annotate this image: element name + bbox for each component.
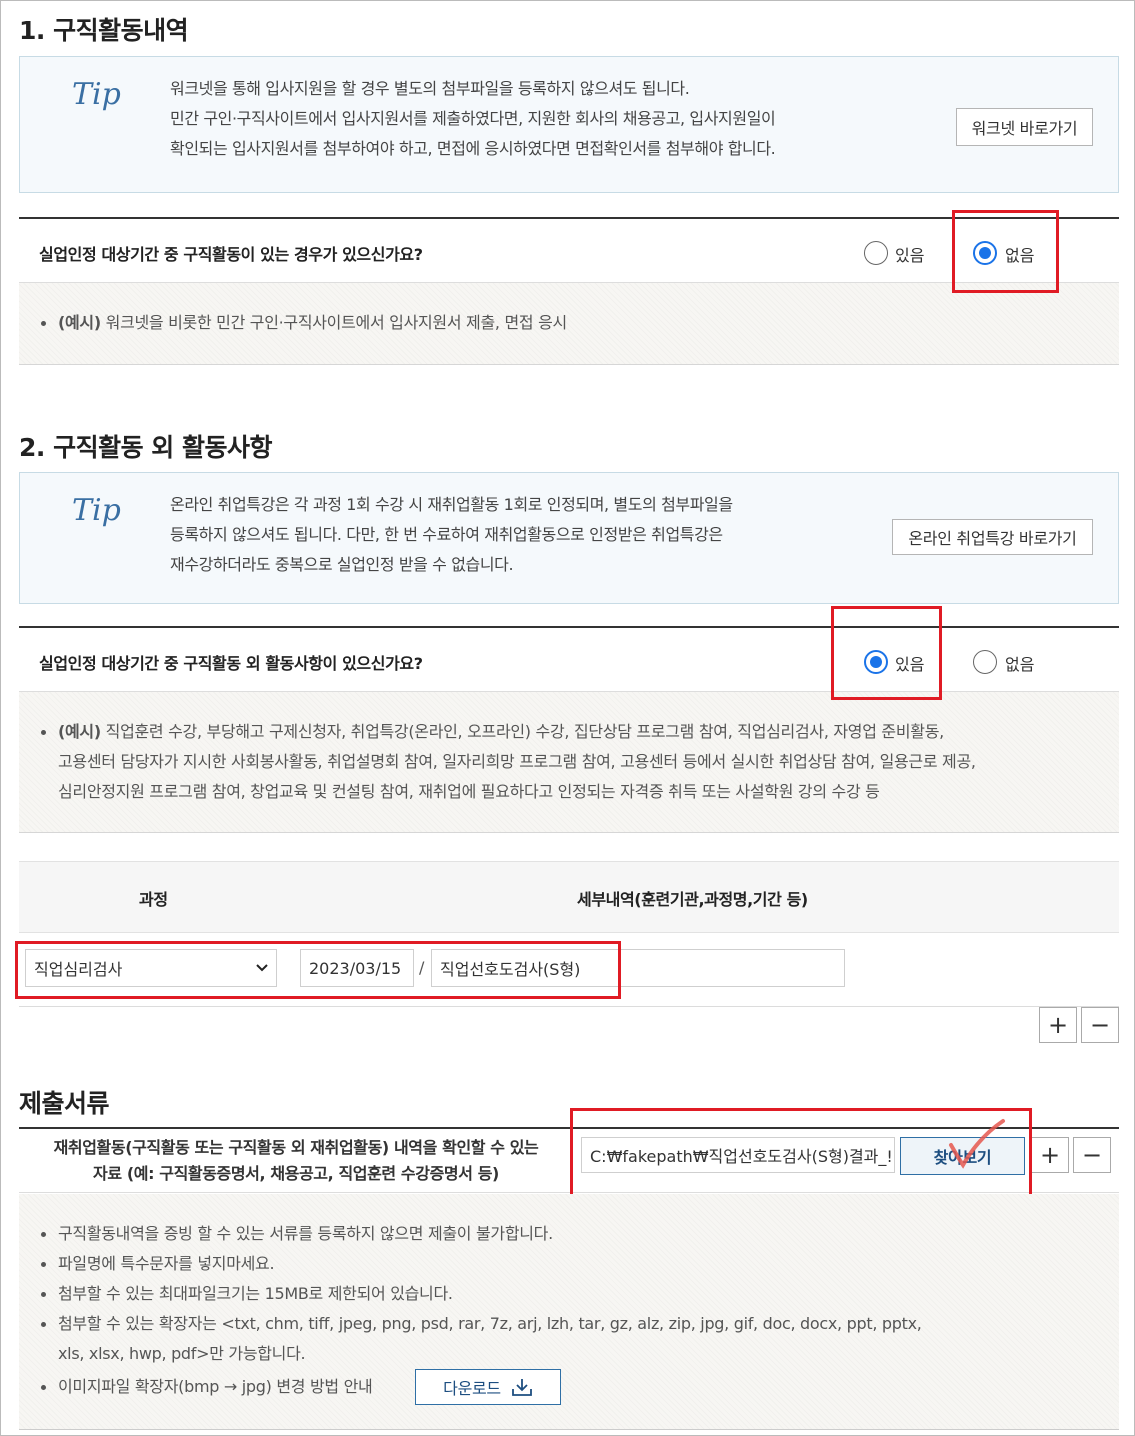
tip-box-lecture: Tip 온라인 취업특강은 각 과정 1회 수강 시 재취업활동 1회로 인정되… (19, 472, 1119, 604)
radio-no[interactable] (973, 241, 997, 265)
document-label-line: 자료 (예: 구직활동증명서, 채용공고, 직업훈련 수강증명서 등) (93, 1164, 499, 1183)
question-text: 실업인정 대상기간 중 구직활동이 있는 경우가 있으신가요? (39, 245, 423, 264)
note-item: 구직활동내역을 증빙 할 수 있는 서류를 등록하지 않으면 제출이 불가합니다… (58, 1224, 553, 1243)
tip-line: 워크넷을 통해 입사지원을 할 경우 별도의 첨부파일을 등록하지 않으셔도 됩… (170, 79, 690, 98)
remove-file-button[interactable]: − (1073, 1137, 1111, 1173)
document-label: 재취업활동(구직활동 또는 구직활동 외 재취업활동) 내역을 확인할 수 있는… (21, 1135, 571, 1187)
example-prefix: (예시) (58, 313, 101, 332)
note-item: 파일명에 특수문자를 넣지마세요. (58, 1254, 275, 1273)
col-detail-header: 세부내역(훈련기관,과정명,기간 등) (577, 890, 808, 909)
example-box-2: (예시) 직업훈련 수강, 부당해고 구제신청자, 취업특강(온라인, 오프라인… (19, 692, 1119, 833)
note-item: 첨부할 수 있는 확장자는 <txt, chm, tiff, jpeg, png… (58, 1314, 922, 1333)
note-item-image: 이미지파일 확장자(bmp → jpg) 변경 방법 안내 (41, 1372, 373, 1402)
tip-logo: Tip (72, 493, 121, 528)
tip-text: 워크넷을 통해 입사지원을 할 경우 별도의 첨부파일을 등록하지 않으셔도 됩… (170, 74, 776, 164)
example-box-1: (예시) 워크넷을 비롯한 민간 구인·구직사이트에서 입사지원서 제출, 면접… (19, 283, 1119, 365)
tip-line: 재수강하더라도 중복으로 실업인정 받을 수 없습니다. (170, 555, 514, 574)
question-row-2: 실업인정 대상기간 중 구직활동 외 활동사항이 있으신가요? 있음 없음 (19, 626, 1119, 692)
example-prefix: (예시) (58, 722, 101, 741)
example-text: 심리안정지원 프로그램 참여, 창업교육 및 컨설팅 참여, 재취업에 필요하다… (58, 782, 880, 801)
file-path-input[interactable]: C:₩fakepath₩직업선호도검사(S형)결과_! (581, 1137, 895, 1173)
remove-row-button[interactable]: − (1081, 1007, 1119, 1043)
question-text: 실업인정 대상기간 중 구직활동 외 활동사항이 있으신가요? (39, 654, 423, 673)
section1-title: 1. 구직활동내역 (19, 16, 189, 45)
col-course-header: 과정 (139, 890, 168, 909)
note-image-text: 이미지파일 확장자(bmp → jpg) 변경 방법 안내 (58, 1377, 373, 1396)
detail-input[interactable]: 직업선호도검사(S형) (431, 949, 845, 987)
download-button[interactable]: 다운로드 (415, 1369, 561, 1405)
add-row-button[interactable]: + (1039, 1007, 1077, 1043)
example-text: 워크넷을 비롯한 민간 구인·구직사이트에서 입사지원서 제출, 면접 응시 (100, 313, 568, 332)
radio-no-label: 없음 (1005, 655, 1035, 674)
example-item: (예시) 워크넷을 비롯한 민간 구인·구직사이트에서 입사지원서 제출, 면접… (41, 308, 567, 338)
tip-text: 온라인 취업특강은 각 과정 1회 수강 시 재취업활동 1회로 인정되며, 별… (170, 490, 733, 580)
date-separator: / (419, 958, 425, 977)
example-text: 고용센터 담당자가 지시한 사회봉사활동, 취업설명회 참여, 일자리희망 프로… (58, 752, 976, 771)
lecture-link-button[interactable]: 온라인 취업특강 바로가기 (892, 519, 1093, 555)
tip-line: 확인되는 입사지원서를 첨부하여야 하고, 면접에 응시하였다면 면접확인서를 … (170, 139, 776, 158)
chevron-down-icon (256, 964, 268, 972)
radio-no[interactable] (973, 650, 997, 674)
example-text: 직업훈련 수강, 부당해고 구제신청자, 취업특강(온라인, 오프라인) 수강,… (100, 722, 945, 741)
document-label-line: 재취업활동(구직활동 또는 구직활동 외 재취업활동) 내역을 확인할 수 있는 (53, 1138, 539, 1157)
radio-yes[interactable] (864, 241, 888, 265)
note-item: 첨부할 수 있는 최대파일크기는 15MB로 제한되어 있습니다. (58, 1284, 453, 1303)
course-select[interactable]: 직업심리검사 (25, 949, 277, 987)
radio-yes[interactable] (864, 650, 888, 674)
example-item: (예시) 직업훈련 수강, 부당해고 구제신청자, 취업특강(온라인, 오프라인… (41, 717, 1116, 807)
section2-title: 2. 구직활동 외 활동사항 (19, 433, 273, 462)
checkmark-icon (949, 1119, 1005, 1169)
date-input[interactable]: 2023/03/15 (300, 949, 414, 987)
radio-no-label: 없음 (1005, 246, 1035, 265)
download-icon (511, 1379, 532, 1396)
radio-yes-label: 있음 (895, 655, 925, 674)
activity-table-header: 과정 세부내역(훈련기관,과정명,기간 등) (19, 861, 1119, 933)
tip-line: 등록하지 않으셔도 됩니다. 다만, 한 번 수료하여 재취업활동으로 인정받은… (170, 525, 723, 544)
radio-yes-label: 있음 (895, 246, 925, 265)
add-file-button[interactable]: + (1031, 1137, 1069, 1173)
notes-list: 구직활동내역을 증빙 할 수 있는 서류를 등록하지 않으면 제출이 불가합니다… (41, 1219, 1101, 1369)
question-row-1: 실업인정 대상기간 중 구직활동이 있는 경우가 있으신가요? 있음 없음 (19, 217, 1119, 283)
download-button-label: 다운로드 (443, 1379, 501, 1398)
upload-notes-box: 구직활동내역을 증빙 할 수 있는 서류를 등록하지 않으면 제출이 불가합니다… (19, 1194, 1119, 1430)
worknet-link-button[interactable]: 워크넷 바로가기 (956, 108, 1093, 146)
course-select-value: 직업심리검사 (34, 960, 123, 979)
section3-title: 제출서류 (19, 1089, 110, 1118)
tip-line: 민간 구인·구직사이트에서 입사지원서를 제출하였다면, 지원한 회사의 채용공… (170, 109, 776, 128)
tip-line: 온라인 취업특강은 각 과정 1회 수강 시 재취업활동 1회로 인정되며, 별… (170, 495, 733, 514)
tip-logo: Tip (72, 77, 121, 112)
note-item-continued: xls, xlsx, hwp, pdf>만 가능합니다. (58, 1344, 306, 1363)
tip-box-worknet: Tip 워크넷을 통해 입사지원을 할 경우 별도의 첨부파일을 등록하지 않으… (19, 56, 1119, 193)
